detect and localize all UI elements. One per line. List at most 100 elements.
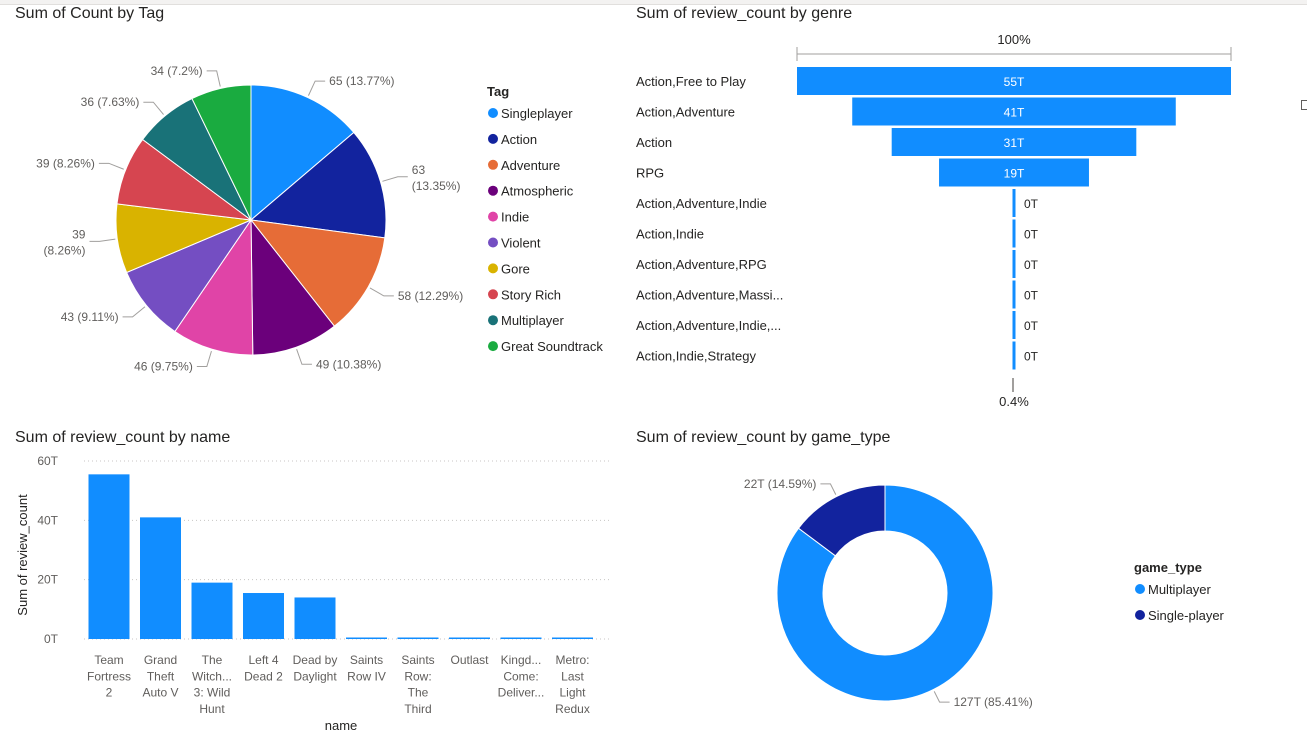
panel-edge-icon (1301, 100, 1307, 110)
funnel-value-label: 0T (1024, 350, 1039, 364)
bar-x-tick-label: Team Fortress 2 (87, 653, 131, 700)
bar-x-tick-label: Outlast (450, 653, 489, 667)
pie-data-label: 36 (7.63%) (81, 95, 140, 109)
bar-x-axis-title: name (325, 718, 358, 732)
pie-data-label: 46 (9.75%) (134, 359, 193, 373)
bar-x-tick-label: Metro: Last Light Redux (555, 653, 590, 716)
donut-legend-marker (1135, 610, 1145, 620)
bar-x-tick-label: Saints Row IV (347, 653, 386, 683)
pie-legend-label: Gore (501, 261, 530, 276)
funnel-chart-visual[interactable]: Sum of review_count by genre 100% Action,… (620, 0, 1300, 420)
pie-leader-line (369, 287, 394, 297)
pie-data-label: 63 (13.35%) (412, 163, 461, 193)
bar-rect (88, 474, 130, 639)
funnel-bar (1012, 280, 1016, 309)
bar-y-tick-label: 0T (44, 632, 59, 646)
pie-leader-line (307, 80, 326, 96)
pie-leader-line (98, 162, 124, 170)
pie-legend-title: Tag (487, 84, 509, 99)
donut-leader-line (820, 483, 837, 495)
donut-data-label: 127T (85.41%) (954, 695, 1033, 709)
bar-rect (346, 637, 387, 639)
donut-data-label: 22T (14.59%) (744, 477, 817, 491)
bar-rect (243, 593, 284, 639)
funnel-value-label: 0T (1024, 197, 1039, 211)
bar-rect (552, 637, 593, 639)
pie-legend-marker (488, 237, 498, 248)
pie-chart-svg: 65 (13.77%) 63 (13.35%) 58 (12.29%) 49 (10.3… (36, 64, 603, 374)
funnel-value-label: 19T (1004, 167, 1025, 181)
pie-legend-marker (488, 263, 498, 274)
donut-legend-label: Multiplayer (1148, 582, 1212, 597)
pie-legend-label: Great Soundtrack (501, 339, 603, 354)
pie-data-label: 49 (10.38%) (316, 357, 381, 371)
funnel-value-label: 0T (1024, 228, 1039, 242)
pie-legend-marker (488, 289, 498, 300)
pie-leader-line (89, 238, 116, 242)
pie-leader-line (143, 101, 164, 115)
funnel-bar (1012, 250, 1016, 278)
pie-chart-visual[interactable]: Sum of Count by Tag 65 (13.77%) 63 (13.35%… (0, 0, 620, 420)
pie-legend-marker (488, 133, 498, 144)
pie-legend-label: Action (501, 132, 537, 147)
funnel-category-label: Action (636, 135, 672, 150)
pie-leader-line (122, 306, 146, 318)
funnel-value-label: 31T (1004, 136, 1025, 150)
funnel-top-percent: 100% (997, 32, 1031, 47)
bar-rect (140, 517, 181, 639)
funnel-category-label: Action,Adventure,Massi... (636, 288, 783, 303)
pie-legend-marker (488, 315, 498, 326)
donut-chart-visual[interactable]: Sum of review_count by game_type 127T (8… (620, 424, 1300, 732)
bar-y-axis-title: Sum of review_count (15, 494, 30, 616)
bar-y-tick-label: 40T (37, 513, 58, 527)
funnel-value-label: 55T (1004, 75, 1025, 89)
bar-rect (449, 637, 490, 639)
pie-legend-marker (488, 341, 498, 352)
pie-leader-line (206, 70, 221, 87)
bar-x-tick-label: Kingd... Come: Deliver... (498, 653, 545, 700)
pie-legend-label: Singleplayer (501, 106, 573, 121)
pie-legend-label: Story Rich (501, 287, 561, 302)
pie-legend-label: Atmospheric (501, 184, 574, 199)
bar-chart-svg: 0T 20T 40T 60T Sum of review_count Team Fortre… (15, 454, 612, 732)
pie-leader-line (382, 176, 408, 182)
pie-legend-marker (488, 185, 498, 196)
funnel-category-label: Action,Indie (636, 227, 704, 242)
pie-legend-label: Indie (501, 210, 529, 225)
bar-x-tick-label: Grand Theft Auto V (142, 653, 178, 700)
donut-legend-marker (1135, 584, 1145, 594)
bar-chart-visual[interactable]: Sum of review_count by name 0T 20T 40T 60T S… (0, 424, 620, 732)
pie-legend-label: Multiplayer (501, 313, 565, 328)
funnel-category-label: RPG (636, 166, 664, 181)
bar-x-tick-label: Left 4 Dead 2 (244, 653, 283, 683)
pie-leader-line (296, 349, 312, 365)
bar-y-tick-label: 20T (37, 573, 58, 587)
funnel-bar (1012, 341, 1016, 370)
funnel-category-label: Action,Free to Play (636, 74, 746, 89)
pie-data-label: 39 (8.26%) (43, 227, 85, 257)
bar-rect (294, 597, 336, 639)
pie-data-label: 65 (13.77%) (329, 74, 394, 88)
funnel-bar (1012, 189, 1016, 217)
funnel-category-label: Action,Adventure,RPG (636, 257, 767, 272)
donut-legend-label: Single-player (1148, 608, 1225, 623)
bar-x-tick-label: Dead by Daylight (293, 653, 338, 683)
bar-rect (500, 637, 542, 639)
pie-legend-label: Adventure (501, 158, 560, 173)
pie-leader-line (196, 351, 212, 367)
funnel-chart-svg: 100% Action,Free to Play 55T Action,Adventu… (636, 32, 1232, 409)
funnel-bar (1012, 311, 1016, 339)
pie-legend-marker (488, 159, 498, 170)
pie-data-label: 58 (12.29%) (398, 289, 463, 303)
funnel-bar (1012, 219, 1016, 248)
funnel-category-label: Action,Adventure,Indie,... (636, 318, 781, 333)
pie-legend-marker (488, 108, 498, 118)
bar-rect (397, 637, 439, 639)
pie-data-label: 43 (9.11%) (61, 310, 119, 324)
pie-data-label: 34 (7.2%) (151, 64, 203, 78)
bar-y-tick-label: 60T (37, 454, 58, 468)
funnel-bottom-percent: 0.4% (999, 394, 1029, 409)
funnel-value-label: 0T (1024, 258, 1039, 272)
donut-legend-title: game_type (1134, 560, 1202, 575)
funnel-value-label: 41T (1004, 106, 1025, 120)
